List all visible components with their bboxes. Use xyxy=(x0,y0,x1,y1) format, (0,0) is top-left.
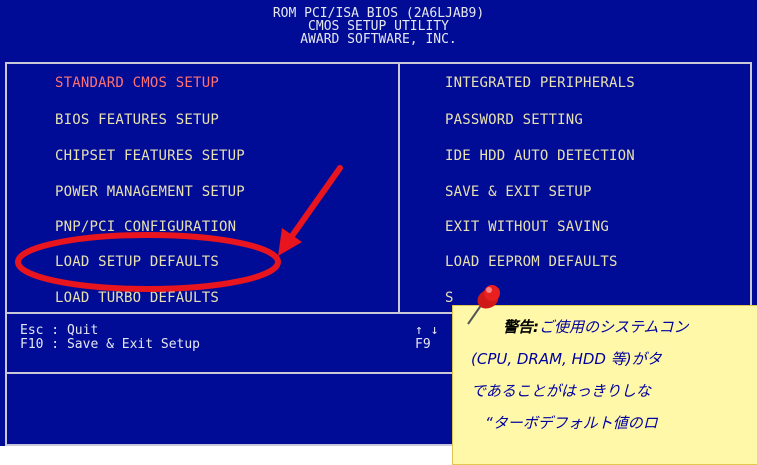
menu-password-setting[interactable]: PASSWORD SETTING xyxy=(445,112,583,128)
note-line-1: 警告:ご使用のシステムコン xyxy=(503,316,689,337)
note-text-1: ご使用のシステムコン xyxy=(539,318,689,336)
menu-right-item-7-partial[interactable]: S xyxy=(445,290,454,306)
menu-pnp-pci-configuration[interactable]: PNP/PCI CONFIGURATION xyxy=(55,219,236,235)
menu-column-divider xyxy=(398,64,400,314)
pushpin-icon xyxy=(467,285,500,325)
menu-ide-hdd-auto-detection[interactable]: IDE HDD AUTO DETECTION xyxy=(445,148,635,164)
note-line-4: “ターボデフォルト値のロ xyxy=(485,414,658,432)
help-keys-left: Esc : Quit F10 : Save & Exit Setup xyxy=(20,323,201,352)
menu-save-exit-setup[interactable]: SAVE & EXIT SETUP xyxy=(445,184,592,200)
menu-chipset-features-setup[interactable]: CHIPSET FEATURES SETUP xyxy=(55,148,245,164)
note-line-3: であることがはっきりしな xyxy=(471,382,651,400)
menu-load-turbo-defaults[interactable]: LOAD TURBO DEFAULTS xyxy=(55,290,219,306)
help-keys-right: ↑ ↓ F9 xyxy=(415,323,439,352)
menu-power-management-setup[interactable]: POWER MANAGEMENT SETUP xyxy=(55,184,245,200)
note-line-2: (CPU, DRAM, HDD 等)がタ xyxy=(471,350,662,368)
menu-integrated-peripherals[interactable]: INTEGRATED PERIPHERALS xyxy=(445,75,635,91)
menu-exit-without-saving[interactable]: EXIT WITHOUT SAVING xyxy=(445,219,609,235)
bios-header: ROM PCI/ISA BIOS (2A6LJAB9) CMOS SETUP U… xyxy=(0,0,757,60)
menu-load-setup-defaults[interactable]: LOAD SETUP DEFAULTS xyxy=(55,254,219,270)
header-line-3: AWARD SOFTWARE, INC. xyxy=(300,32,457,47)
menu-load-eeprom-defaults[interactable]: LOAD EEPROM DEFAULTS xyxy=(445,254,618,270)
menu-standard-cmos-setup[interactable]: STANDARD CMOS SETUP xyxy=(55,75,219,91)
menu-bios-features-setup[interactable]: BIOS FEATURES SETUP xyxy=(55,112,219,128)
